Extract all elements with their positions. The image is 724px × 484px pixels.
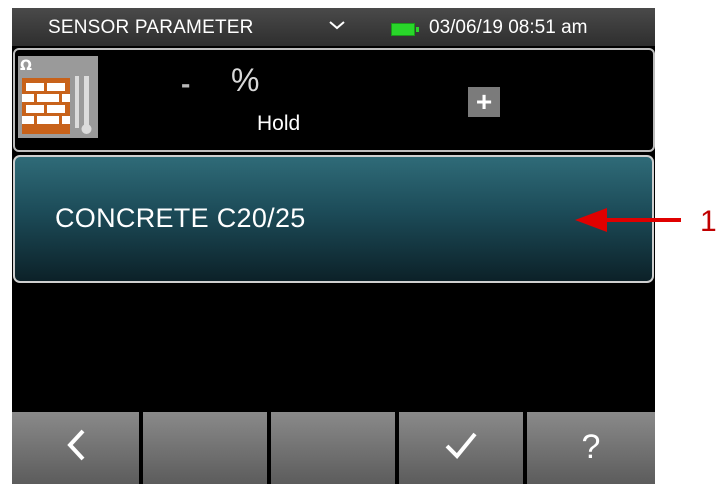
checkmark-icon	[445, 432, 477, 459]
reading-value: -	[181, 68, 191, 99]
callout-number: 1	[700, 205, 717, 238]
help-button[interactable]: ?	[527, 412, 655, 484]
softkey-3[interactable]	[271, 412, 395, 484]
brick-moisture-icon: Ω	[18, 56, 98, 138]
hold-indicator: Hold	[257, 112, 301, 135]
material-label: CONCRETE C20/25	[55, 203, 306, 233]
date-time: 03/06/19 08:51 am	[429, 17, 588, 38]
back-button[interactable]	[12, 412, 139, 484]
plus-button[interactable]: +	[468, 87, 500, 117]
softkey-bar: ?	[12, 412, 655, 484]
battery-icon	[391, 23, 419, 36]
device-screen: SENSOR PARAMETER 03/06/19 08:51 am Ω - %…	[12, 8, 655, 484]
chevron-left-icon	[66, 429, 84, 461]
status-bar: SENSOR PARAMETER 03/06/19 08:51 am	[12, 8, 655, 46]
reading-panel: Ω - % Hold +	[13, 48, 655, 152]
ohm-symbol: Ω	[20, 58, 32, 74]
confirm-button[interactable]	[399, 412, 523, 484]
softkey-2[interactable]	[143, 412, 267, 484]
chevron-down-icon[interactable]	[328, 16, 346, 34]
help-label: ?	[581, 428, 601, 466]
material-selection[interactable]: CONCRETE C20/25	[13, 155, 654, 283]
screen-title: SENSOR PARAMETER	[48, 17, 254, 38]
reading-unit: %	[231, 62, 260, 98]
callout-arrow-icon	[575, 208, 681, 232]
